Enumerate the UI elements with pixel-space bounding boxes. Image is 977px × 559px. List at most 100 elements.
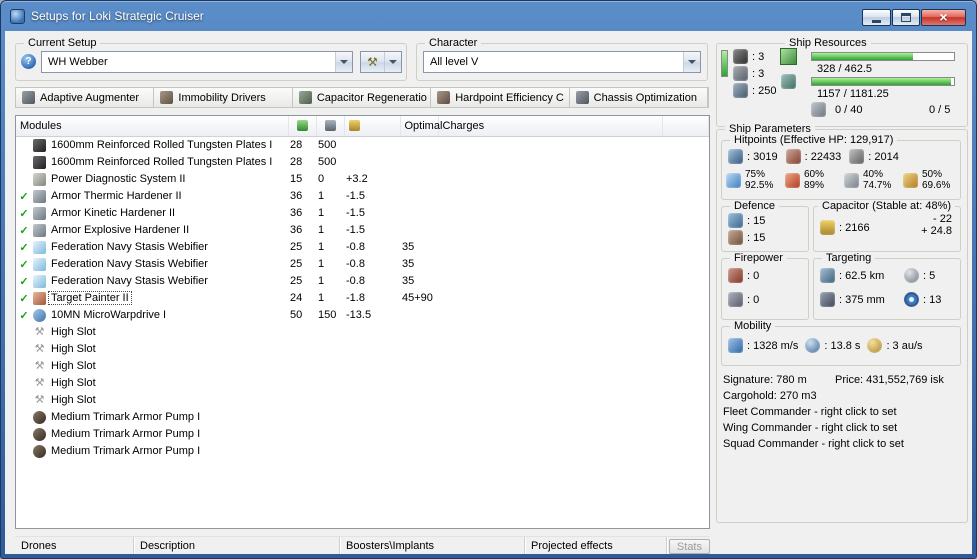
module-capacitor-value (344, 375, 400, 392)
character-combobox-button[interactable] (683, 52, 700, 72)
module-row[interactable]: Medium Trimark Armor Pump I (16, 443, 709, 460)
module-cpu-value (288, 324, 316, 341)
module-row[interactable]: Federation Navy Stasis Webifier 25 1 -0.… (16, 239, 709, 256)
module-row[interactable]: Armor Explosive Hardener II 36 1 -1.5 (16, 222, 709, 239)
defence-group: Defence : 15 : 15 (721, 200, 809, 252)
module-row[interactable]: High Slot (16, 375, 709, 392)
module-row[interactable]: Federation Navy Stasis Webifier 25 1 -0.… (16, 273, 709, 290)
dropdown-arrow-icon (688, 60, 696, 64)
module-row[interactable]: 1600mm Reinforced Rolled Tungsten Plates… (16, 136, 709, 154)
titlebar[interactable]: Setups for Loki Strategic Cruiser (1, 1, 976, 31)
module-optimal-value (400, 375, 438, 392)
app-window: Setups for Loki Strategic Cruiser Curren… (0, 0, 977, 559)
firepower-stat-value: : 0 (747, 269, 760, 282)
tab-projected-effects[interactable]: Projected effects (525, 537, 667, 554)
module-row[interactable]: 1600mm Reinforced Rolled Tungsten Plates… (16, 154, 709, 171)
rig-icon (33, 410, 46, 424)
module-capacitor-value (344, 341, 400, 358)
maximize-button[interactable] (892, 9, 920, 26)
fleet-commander-text[interactable]: Fleet Commander - right click to set (723, 406, 961, 422)
module-charges-value (438, 154, 662, 171)
module-optimal-value (400, 307, 438, 324)
module-charges-value (438, 222, 662, 239)
charges-column-header[interactable]: Charges (438, 116, 663, 137)
module-row[interactable]: Power Diagnostic System II 15 0 +3.2 (16, 171, 709, 188)
module-row[interactable]: Armor Kinetic Hardener II 36 1 -1.5 (16, 205, 709, 222)
module-row[interactable]: Medium Trimark Armor Pump I (16, 409, 709, 426)
armor-resist-value: 74.7% (863, 180, 892, 191)
module-capacitor-value: -1.5 (346, 224, 365, 236)
module-capacitor-value: -1.5 (346, 207, 365, 219)
subsystem-tab[interactable]: Hardpoint Efficiency C (431, 88, 570, 107)
cpu-column-icon (296, 120, 308, 132)
module-row[interactable]: Armor Thermic Hardener II 36 1 -1.5 (16, 188, 709, 205)
subsystem-tab[interactable]: Capacitor Regeneratio (293, 88, 432, 107)
subsystem-tab[interactable]: Chassis Optimization (570, 88, 709, 107)
module-name: 1600mm Reinforced Rolled Tungsten Plates… (51, 156, 273, 168)
powergrid-bar (811, 77, 955, 86)
minimize-button[interactable] (862, 9, 891, 26)
shield-icon (728, 149, 743, 164)
module-cpu-value: 28 (290, 156, 303, 168)
subsystem-label: Adaptive Augmenter (40, 91, 140, 104)
module-charges-value (438, 443, 662, 460)
current-setup-group: Current Setup WH Webber (15, 37, 407, 81)
module-optimal-value (400, 188, 438, 205)
help-icon[interactable] (21, 54, 36, 69)
module-row[interactable]: Federation Navy Stasis Webifier 25 1 -0.… (16, 256, 709, 273)
close-button[interactable] (921, 9, 966, 26)
setup-tools-button[interactable] (360, 51, 402, 73)
module-name: High Slot (51, 377, 96, 389)
squad-commander-text[interactable]: Squad Commander - right click to set (723, 438, 961, 454)
capacitor-recharge-value: + 24.8 (921, 225, 952, 237)
character-combobox[interactable]: All level V (423, 51, 701, 73)
tab-drones[interactable]: Drones (15, 537, 134, 554)
module-row[interactable]: High Slot (16, 324, 709, 341)
optimal-column-header[interactable]: Optimal (400, 116, 442, 137)
module-capacitor-value: -1.5 (346, 190, 365, 202)
module-name: Target Painter II (48, 291, 132, 305)
capacitor-column-header[interactable] (344, 116, 401, 137)
setup-combobox[interactable]: WH Webber (41, 51, 353, 73)
module-capacitor-value: -1.8 (346, 292, 365, 304)
defence-label: Defence (730, 200, 779, 213)
module-cpu-value: 25 (290, 258, 303, 270)
module-row[interactable]: High Slot (16, 358, 709, 375)
mobility-stat: : 13.8 s (805, 338, 860, 353)
wing-commander-text[interactable]: Wing Commander - right click to set (723, 422, 961, 438)
bottom-tab-bar: Drones Description Boosters\Implants Pro… (15, 536, 710, 554)
module-cpu-value: 24 (290, 292, 303, 304)
module-charges-value (438, 307, 662, 324)
setup-combobox-button[interactable] (335, 52, 352, 72)
mobility-stat: : 1328 m/s (728, 338, 798, 353)
module-row[interactable]: High Slot (16, 392, 709, 409)
modules-column-header[interactable]: Modules (16, 116, 289, 137)
module-row[interactable]: Target Painter II 24 1 -1.8 45+90 (16, 290, 709, 307)
module-capacitor-value (344, 443, 400, 460)
module-cpu-value (288, 341, 316, 358)
ship-info: Signature: 780 m Price: 431,552,769 isk … (723, 374, 961, 454)
module-optimal-value (400, 154, 438, 171)
module-cpu-value (288, 375, 316, 392)
subsystem-tab[interactable]: Adaptive Augmenter (16, 88, 155, 107)
cpu-column-header[interactable] (288, 116, 317, 137)
max-targets-icon (904, 268, 919, 283)
tab-description[interactable]: Description (134, 537, 340, 554)
subsystem-bar: Adaptive Augmenter Immobility Drivers Ca… (15, 87, 709, 108)
module-optimal-value (400, 222, 438, 239)
cpu-usage-text: 328 / 462.5 (817, 63, 873, 75)
module-row[interactable]: High Slot (16, 341, 709, 358)
module-charges-value (438, 375, 662, 392)
setup-tools-menu-button[interactable] (384, 52, 401, 72)
module-row[interactable]: Medium Trimark Armor Pump I (16, 426, 709, 443)
client-area: Current Setup WH Webber Character All le… (5, 31, 972, 554)
powergrid-column-header[interactable] (316, 116, 345, 137)
subsystem-tab[interactable]: Immobility Drivers (154, 88, 293, 107)
empty-slot-icon (33, 360, 46, 373)
tab-boosters-implants[interactable]: Boosters\Implants (340, 537, 525, 554)
stats-button[interactable]: Stats (668, 538, 710, 554)
cpu-bar (811, 52, 955, 61)
dropdown-arrow-icon (389, 60, 397, 64)
module-row[interactable]: 10MN MicroWarpdrive I 50 150 -13.5 (16, 307, 709, 324)
mobility-stat: : 3 au/s (867, 338, 923, 353)
